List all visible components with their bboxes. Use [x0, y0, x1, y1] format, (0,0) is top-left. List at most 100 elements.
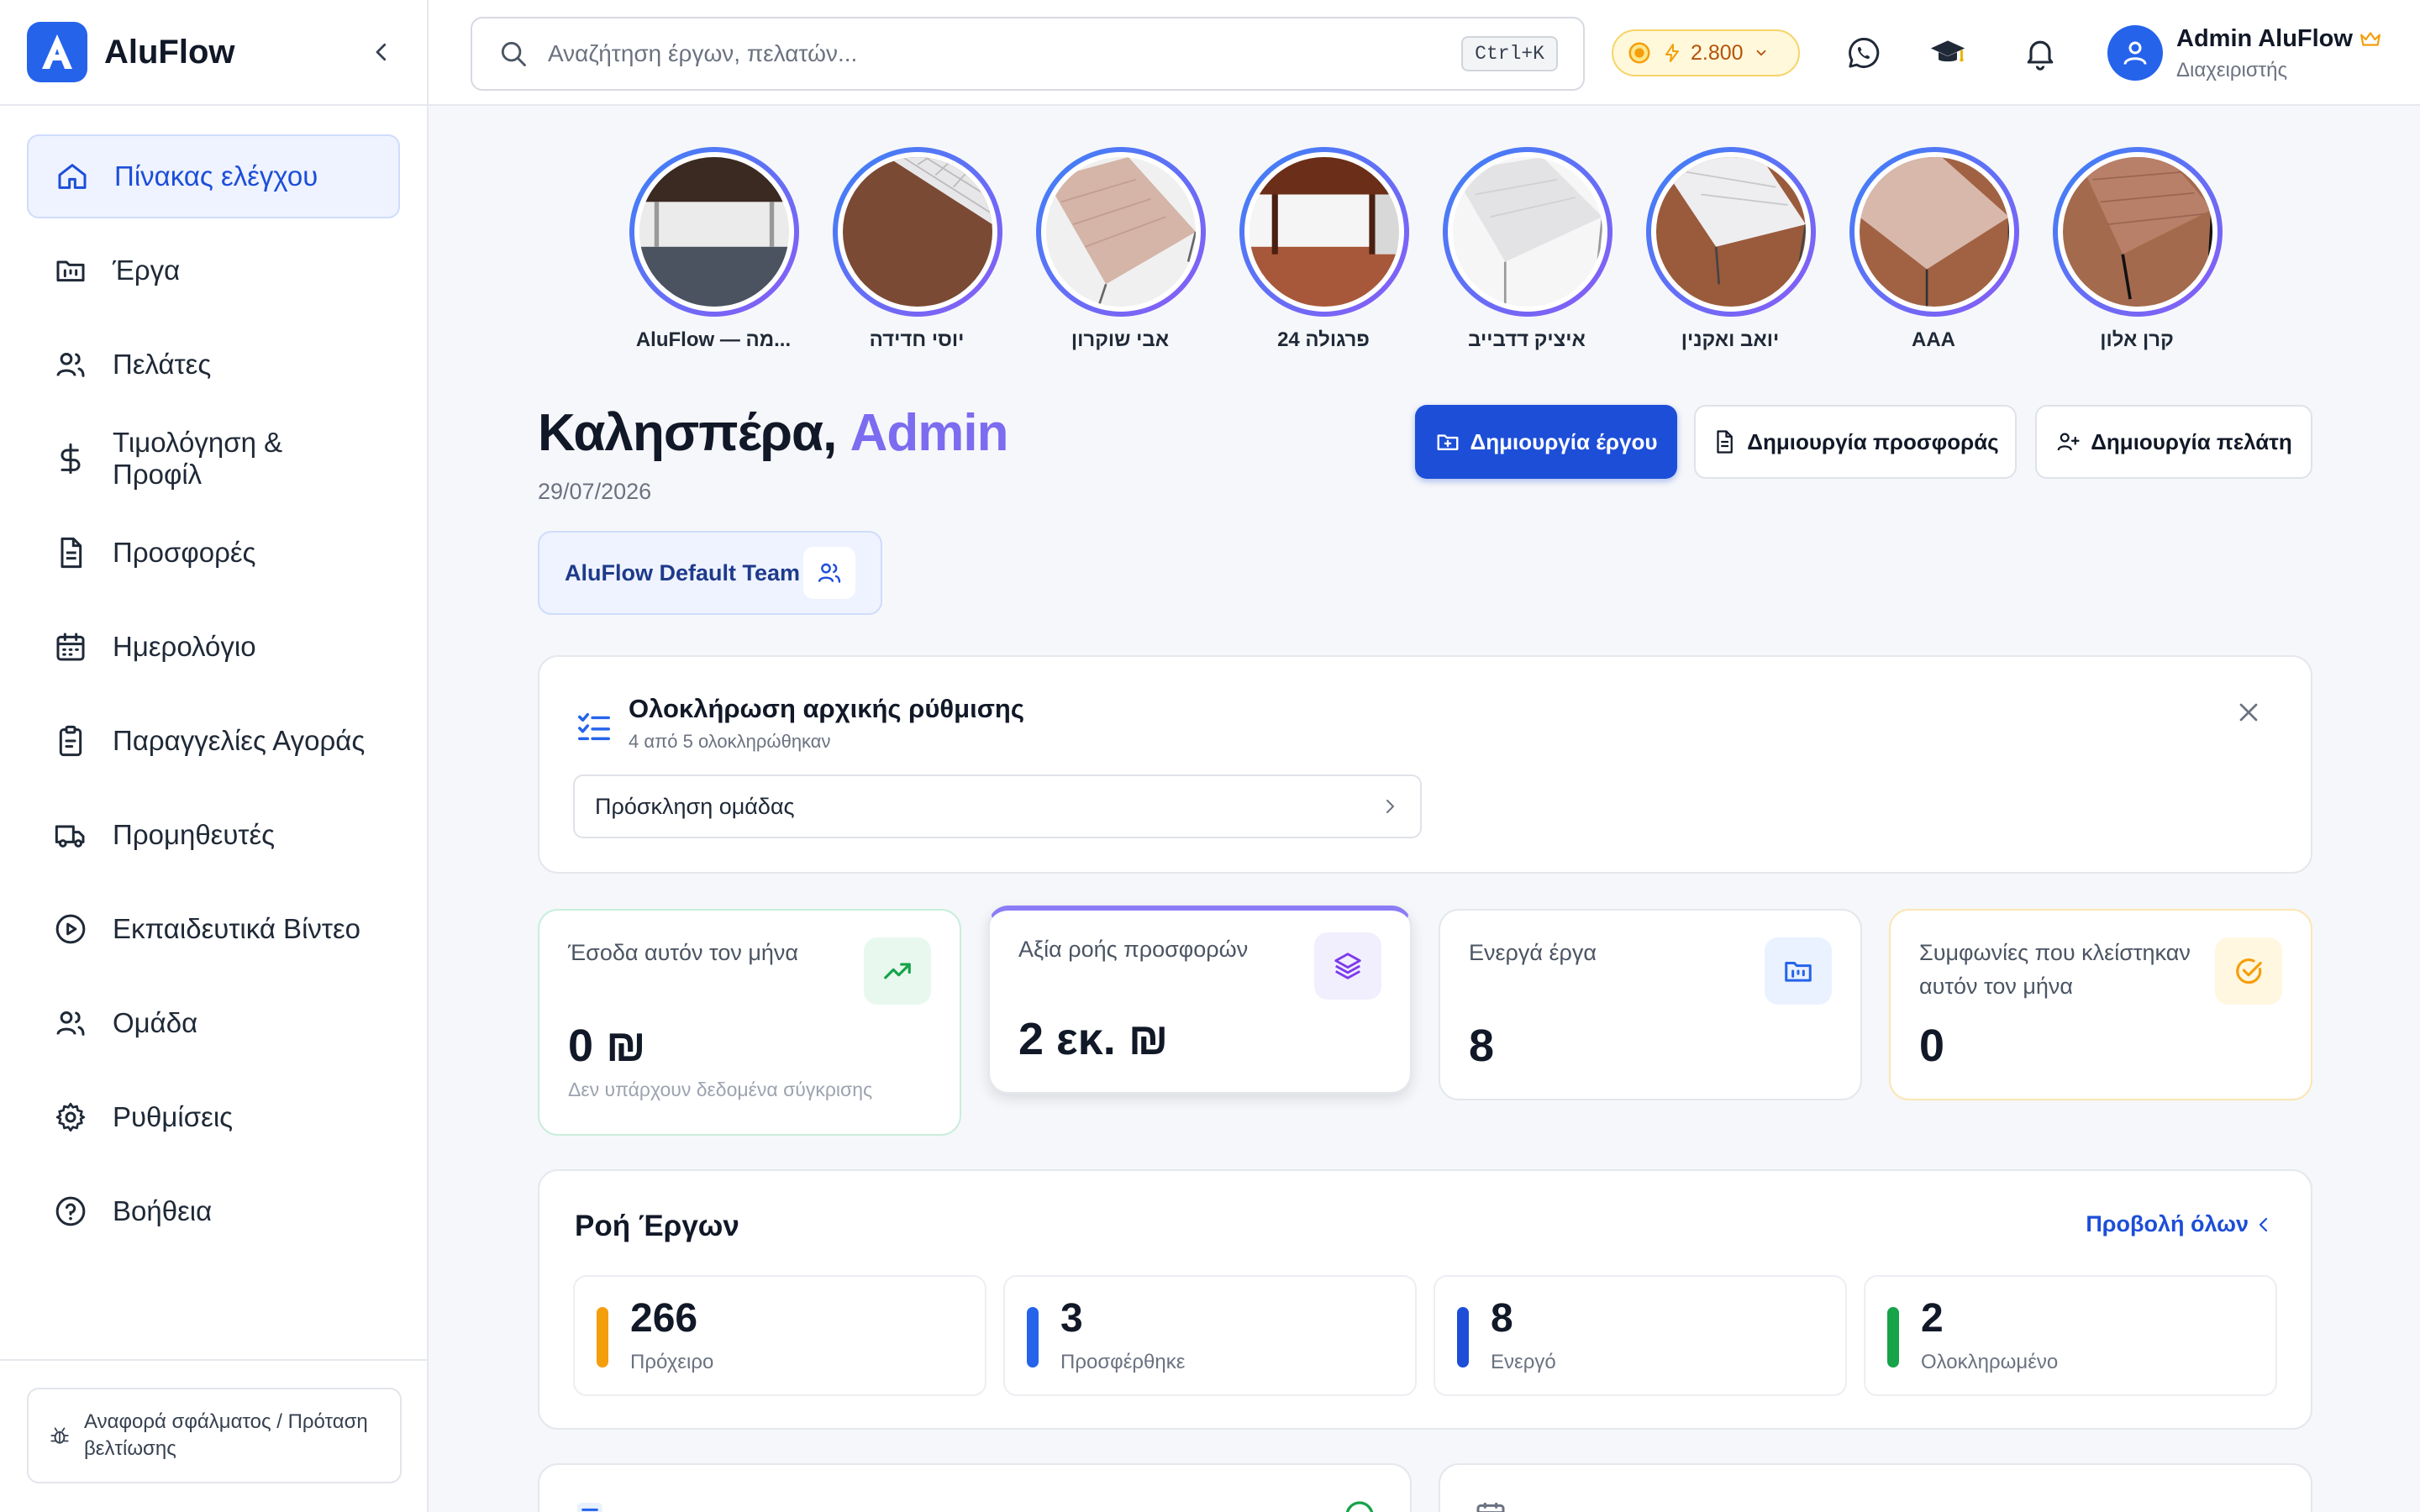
- sidebar-item-calendar[interactable]: Ημερολόγιο: [27, 605, 400, 689]
- kpi-pipeline-card: Αξία ροής προσφορών 2 εκ. ₪: [988, 906, 1412, 1094]
- kpi-active-projects-card: Ενεργά έργα 8: [1439, 909, 1862, 1100]
- users-icon: [56, 1011, 85, 1036]
- sidebar-item-label: Παραγγελίες Αγοράς: [113, 725, 366, 756]
- create-offer-label: Δημιουργία προσφοράς: [1747, 428, 1999, 454]
- story-item[interactable]: יואב ואקנין: [1646, 147, 1816, 352]
- story-ring: [1849, 147, 2019, 317]
- kpi-label: Ενεργά έργα: [1469, 940, 1597, 965]
- search-box[interactable]: Ctrl+K: [471, 17, 1585, 91]
- search-input[interactable]: [548, 40, 1462, 67]
- story-item[interactable]: יוסי חדידה: [833, 147, 1002, 352]
- stat-label: Πρόχειρο: [630, 1351, 714, 1373]
- sidebar-item-label: Πίνακας ελέγχου: [114, 160, 318, 192]
- chevron-left-icon: [376, 43, 387, 61]
- story-item[interactable]: קרן אלון: [2053, 147, 2223, 352]
- kpi-label: Συμφωνίες που κλείστηκαν αυτόν τον μήνα: [1919, 940, 2191, 999]
- kpi-closed-deals-card: Συμφωνίες που κλείστηκαν αυτόν τον μήνα …: [1889, 909, 2312, 1100]
- sidebar-item-billing[interactable]: Τιμολόγηση & Προφίλ: [27, 417, 400, 501]
- kpi-value: 0 ₪: [568, 1021, 646, 1071]
- folder-kanban-icon: [1785, 961, 1812, 982]
- truck-icon: [55, 825, 85, 848]
- check-circle-icon: [2236, 958, 2262, 984]
- top-bar: Ctrl+K 2.800 Admin AluFlow Διαχειριστής: [429, 0, 2420, 106]
- story-label: איציק דדבייב: [1468, 328, 1586, 351]
- close-icon[interactable]: [2233, 697, 2264, 727]
- status-indicator: [597, 1307, 608, 1368]
- bottom-card-right: [1439, 1463, 2312, 1512]
- create-offer-button[interactable]: Δημιουργία προσφοράς: [1694, 405, 2017, 479]
- flow-stat-draft[interactable]: 266 Πρόχειρο: [573, 1275, 986, 1396]
- report-bug-button[interactable]: Αναφορά σφάλματος / Πρόταση βελτίωσης: [27, 1388, 402, 1483]
- chevron-left-icon: [2259, 1217, 2268, 1231]
- avatar[interactable]: [2107, 25, 2163, 81]
- sidebar-item-label: Προσφορές: [113, 537, 256, 568]
- coin-icon: [1628, 42, 1650, 64]
- create-client-label: Δημιουργία πελάτη: [2091, 428, 2292, 454]
- sidebar-item-projects[interactable]: Έργα: [27, 228, 400, 312]
- whatsapp-icon[interactable]: [1845, 34, 1882, 71]
- sidebar-item-purchase-orders[interactable]: Παραγγελίες Αγοράς: [27, 699, 400, 783]
- sidebar: AluFlow Πίνακας ελέγχου Έργα Πελάτες Τιμ…: [0, 0, 429, 1512]
- sidebar-item-settings[interactable]: Ρυθμίσεις: [27, 1075, 400, 1159]
- bell-icon[interactable]: [2022, 34, 2059, 71]
- sidebar-item-label: Βοήθεια: [113, 1195, 213, 1226]
- search-shortcut-badge: Ctrl+K: [1461, 36, 1558, 71]
- create-client-button[interactable]: Δημιουργία πελάτη: [2035, 405, 2312, 479]
- story-label: פרגולה 24: [1277, 328, 1370, 351]
- team-icon-box: [803, 547, 855, 599]
- sidebar-item-label: Πελάτες: [113, 349, 212, 380]
- flow-stat-offered[interactable]: 3 Προσφέρθηκε: [1003, 1275, 1417, 1396]
- setup-step-invite-team[interactable]: Πρόσκληση ομάδας: [573, 774, 1422, 838]
- sidebar-item-dashboard[interactable]: Πίνακας ελέγχου: [27, 134, 400, 218]
- sidebar-item-videos[interactable]: Εκπαιδευτικά Βίντεο: [27, 887, 400, 971]
- stat-label: Ολοκληρωμένο: [1921, 1351, 2059, 1373]
- create-project-button[interactable]: Δημιουργία έργου: [1415, 405, 1677, 479]
- story-item[interactable]: פרגולה 24: [1239, 147, 1409, 352]
- sidebar-item-suppliers[interactable]: Προμηθευτές: [27, 793, 400, 877]
- logo-icon: [27, 22, 87, 82]
- sidebar-item-label: Τιμολόγηση & Προφίλ: [113, 427, 283, 490]
- kpi-value: 2 εκ. ₪: [1018, 1014, 1169, 1064]
- stat-label: Ενεργό: [1491, 1351, 1556, 1373]
- sidebar-item-help[interactable]: Βοήθεια: [27, 1169, 400, 1253]
- search-icon: [501, 41, 526, 66]
- kpi-icon-box: [1765, 937, 1832, 1005]
- sidebar-item-label: Ημερολόγιο: [113, 631, 256, 662]
- story-item[interactable]: AluFlow — מה...: [629, 147, 799, 352]
- current-date: 29/07/2026: [538, 479, 652, 504]
- user-icon: [2123, 41, 2147, 65]
- user-name: Admin AluFlow: [2176, 25, 2353, 52]
- sidebar-item-team[interactable]: Ομάδα: [27, 981, 400, 1065]
- collapse-sidebar-button[interactable]: [363, 34, 400, 71]
- sidebar-item-clients[interactable]: Πελάτες: [27, 323, 400, 407]
- story-ring: [833, 147, 1002, 317]
- kpi-label: Αξία ροής προσφορών: [1018, 937, 1249, 962]
- stat-label: Προσφέρθηκε: [1060, 1351, 1186, 1373]
- story-ring: [2053, 147, 2223, 317]
- story-label: קרן אלון: [2100, 328, 2174, 351]
- flow-stat-completed[interactable]: 2 Ολοκληρωμένο: [1864, 1275, 2277, 1396]
- view-all-label: Προβολή όλων: [2086, 1211, 2249, 1236]
- sidebar-nav: Πίνακας ελέγχου Έργα Πελάτες Τιμολόγηση …: [0, 106, 427, 1292]
- story-thumbnail: [2063, 157, 2212, 307]
- kpi-icon-box: [2215, 937, 2282, 1005]
- create-project-label: Δημιουργία έργου: [1470, 428, 1658, 454]
- credits-dropdown[interactable]: 2.800: [1612, 29, 1800, 76]
- graduation-cap-icon[interactable]: [1929, 34, 1966, 71]
- story-thumbnail: [1656, 157, 1806, 307]
- credits-value: 2.800: [1691, 40, 1744, 65]
- sidebar-item-offers[interactable]: Προσφορές: [27, 511, 400, 595]
- setup-title: Ολοκλήρωση αρχικής ρύθμισης: [629, 694, 1024, 723]
- story-label: יוסי חדידה: [869, 328, 965, 351]
- story-item[interactable]: איציק דדבייב: [1443, 147, 1612, 352]
- story-item[interactable]: אבי שוקרון: [1036, 147, 1206, 352]
- story-item[interactable]: AAA: [1849, 147, 2019, 352]
- file-text-icon: [1717, 430, 1733, 454]
- user-name-row[interactable]: Admin AluFlow: [2176, 25, 2381, 53]
- team-selector[interactable]: AluFlow Default Team: [538, 531, 882, 615]
- stat-value: 2: [1921, 1296, 1944, 1341]
- flow-stat-active[interactable]: 8 Ενεργό: [1434, 1275, 1847, 1396]
- chevron-down-icon: [1756, 50, 1765, 56]
- app-name: AluFlow: [104, 33, 235, 71]
- view-all-link[interactable]: Προβολή όλων: [2086, 1211, 2274, 1237]
